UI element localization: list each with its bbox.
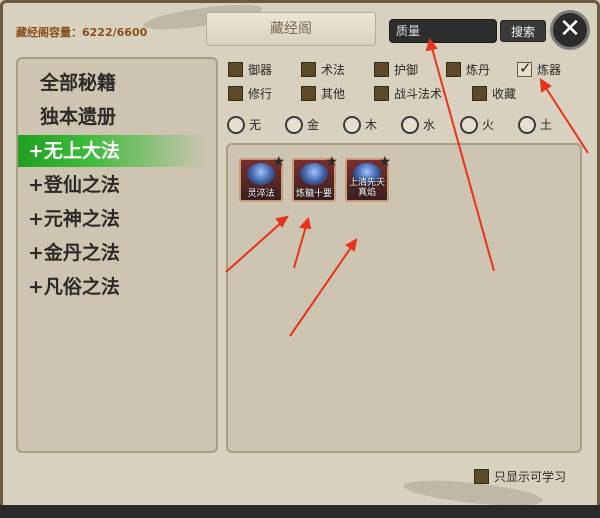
annotation-arrowhead	[345, 238, 358, 252]
annotation-arrows	[225, 37, 589, 337]
annotation-arrow	[225, 221, 283, 273]
annotation-arrow	[431, 47, 495, 272]
annotation-arrowhead	[539, 78, 552, 93]
annotation-arrow	[293, 225, 307, 269]
annotation-arrowhead	[298, 216, 312, 230]
annotation-arrow	[545, 87, 589, 154]
annotation-arrowhead	[425, 37, 438, 52]
annotation-arrow	[289, 245, 353, 337]
